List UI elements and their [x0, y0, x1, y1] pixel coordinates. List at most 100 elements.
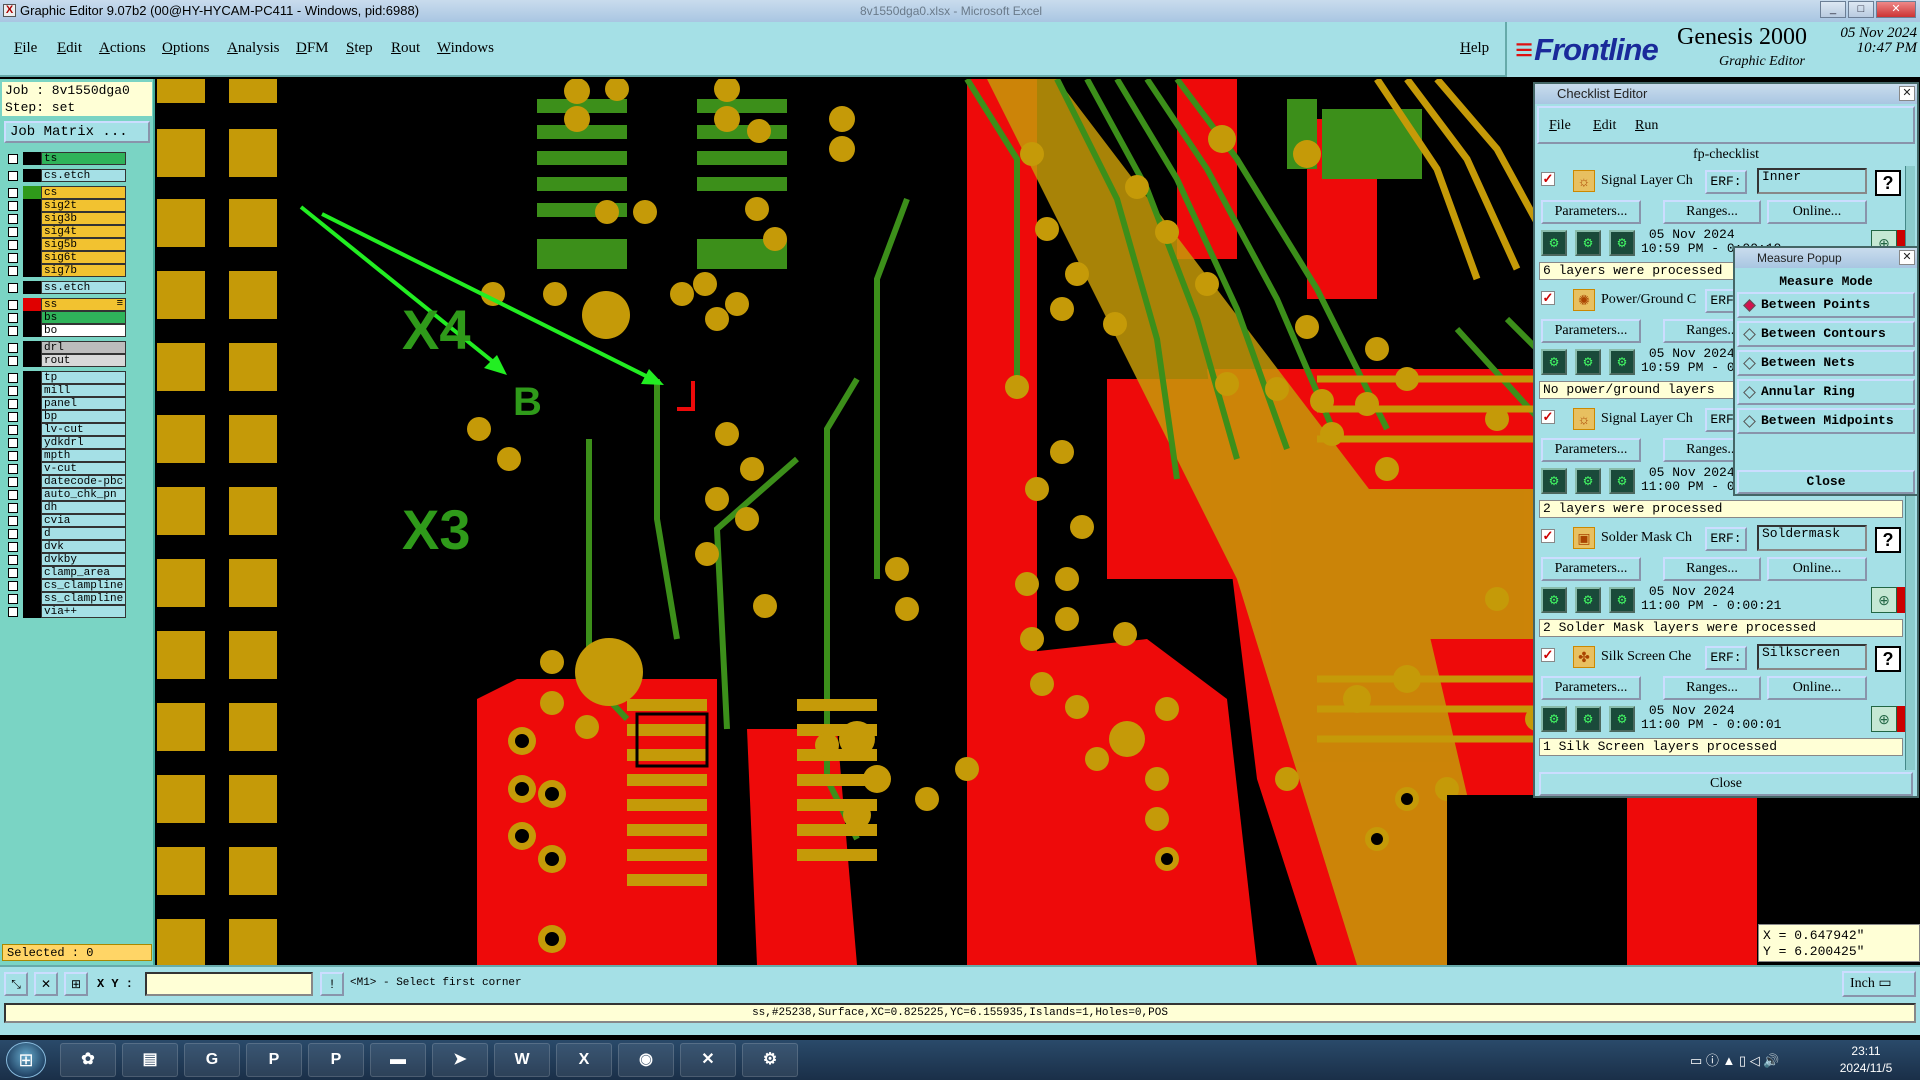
layer-checkbox[interactable] [8, 240, 18, 250]
measure-close-icon[interactable]: ✕ [1899, 250, 1915, 265]
layer-checkbox[interactable] [8, 607, 18, 617]
layer-color-swatch[interactable] [23, 281, 41, 294]
run-icon[interactable]: ⚙ [1609, 468, 1635, 494]
layer-checkbox[interactable] [8, 266, 18, 276]
start-button[interactable]: ⊞ [6, 1042, 46, 1078]
layer-row[interactable]: ss.etch [4, 280, 126, 295]
taskbar-app[interactable]: ▤ [122, 1043, 178, 1077]
taskbar-app[interactable]: P [246, 1043, 302, 1077]
taskbar-app[interactable]: ⚙ [742, 1043, 798, 1077]
zoom-area-icon[interactable]: ⤡ [4, 972, 28, 996]
layer-checkbox[interactable] [8, 253, 18, 263]
layer-row[interactable]: via++ [4, 604, 126, 619]
checklist-close-button[interactable]: Close [1539, 772, 1913, 796]
menu-step[interactable]: Step [346, 40, 373, 57]
parameters-button[interactable]: Parameters... [1541, 676, 1641, 700]
menu-help[interactable]: Help [1460, 40, 1489, 57]
layer-checkbox[interactable] [8, 313, 18, 323]
layer-checkbox[interactable] [8, 154, 18, 164]
taskbar-clock[interactable]: 23:11 2024/11/5 [1832, 1043, 1900, 1077]
measure-option[interactable]: Between Contours [1737, 321, 1915, 347]
measure-option[interactable]: Between Midpoints [1737, 408, 1915, 434]
taskbar-app[interactable]: X [556, 1043, 612, 1077]
layer-checkbox[interactable] [8, 373, 18, 383]
erf-button[interactable]: ERF: [1705, 527, 1747, 551]
action-enabled-flag[interactable]: ✓ [1541, 291, 1555, 305]
layer-checkbox[interactable] [8, 503, 18, 513]
run-icon[interactable]: ⚙ [1541, 468, 1567, 494]
layer-checkbox[interactable] [8, 399, 18, 409]
close-button[interactable]: ✕ [1876, 1, 1916, 18]
online-button[interactable]: Online... [1767, 676, 1867, 700]
taskbar-app[interactable]: ➤ [432, 1043, 488, 1077]
cross-tool-icon[interactable]: ✕ [34, 972, 58, 996]
units-select[interactable]: Inch ▭ [1842, 971, 1916, 997]
zoom-icon[interactable]: ⊕ [1871, 587, 1897, 613]
layer-checkbox[interactable] [8, 555, 18, 565]
layer-color-swatch[interactable] [23, 354, 41, 367]
layer-name[interactable]: ts [41, 152, 126, 165]
menu-actions[interactable]: Actions [99, 40, 146, 57]
run-icon[interactable]: ⚙ [1575, 349, 1601, 375]
layer-row[interactable]: sig7b [4, 263, 126, 278]
run-icon[interactable]: ⚙ [1609, 587, 1635, 613]
layer-checkbox[interactable] [8, 300, 18, 310]
run-icon[interactable]: ⚙ [1541, 349, 1567, 375]
taskbar-app[interactable]: P [308, 1043, 364, 1077]
alert-icon[interactable]: ! [320, 972, 344, 996]
ranges-button[interactable]: Ranges... [1663, 557, 1761, 581]
checklist-menu-file[interactable]: File [1549, 118, 1571, 134]
taskbar-app[interactable]: ▬ [370, 1043, 426, 1077]
parameters-button[interactable]: Parameters... [1541, 557, 1641, 581]
layer-color-swatch[interactable] [23, 169, 41, 182]
action-enabled-flag[interactable]: ✓ [1541, 172, 1555, 186]
measure-close-button[interactable]: Close [1737, 470, 1915, 494]
erf-button[interactable]: ERF: [1705, 170, 1747, 194]
layer-checkbox[interactable] [8, 464, 18, 474]
run-icon[interactable]: ⚙ [1575, 587, 1601, 613]
grid-tool-icon[interactable]: ⊞ [64, 972, 88, 996]
zoom-icon[interactable]: ⊕ [1871, 706, 1897, 732]
layer-name[interactable]: cs.etch [41, 169, 126, 182]
layer-checkbox[interactable] [8, 594, 18, 604]
parameters-button[interactable]: Parameters... [1541, 200, 1641, 224]
checklist-menu-edit[interactable]: Edit [1593, 118, 1616, 134]
menu-options[interactable]: Options [162, 40, 210, 57]
minimize-button[interactable]: _ [1820, 1, 1846, 18]
menu-analysis[interactable]: Analysis [227, 40, 280, 57]
layer-checkbox[interactable] [8, 568, 18, 578]
parameters-button[interactable]: Parameters... [1541, 438, 1641, 462]
taskbar-app[interactable]: ✕ [680, 1043, 736, 1077]
run-icon[interactable]: ⚙ [1609, 706, 1635, 732]
layer-checkbox[interactable] [8, 326, 18, 336]
checklist-close-icon[interactable]: ✕ [1899, 86, 1915, 101]
ranges-button[interactable]: Ranges... [1663, 200, 1761, 224]
layer-checkbox[interactable] [8, 477, 18, 487]
erf-value[interactable]: Inner [1757, 168, 1867, 194]
run-icon[interactable]: ⚙ [1609, 349, 1635, 375]
layer-checkbox[interactable] [8, 386, 18, 396]
checklist-menu-run[interactable]: Run [1635, 118, 1658, 134]
layer-checkbox[interactable] [8, 490, 18, 500]
run-icon[interactable]: ⚙ [1575, 706, 1601, 732]
action-enabled-flag[interactable]: ✓ [1541, 529, 1555, 543]
layer-checkbox[interactable] [8, 425, 18, 435]
taskbar-app[interactable]: ✿ [60, 1043, 116, 1077]
layer-color-swatch[interactable] [23, 605, 41, 618]
system-tray[interactable]: ▭ ⓘ ▲ ▯ ◁ 🔊 [1690, 1050, 1780, 1069]
run-icon[interactable]: ⚙ [1575, 230, 1601, 256]
erf-value[interactable]: Silkscreen [1757, 644, 1867, 670]
layer-checkbox[interactable] [8, 283, 18, 293]
layer-checkbox[interactable] [8, 227, 18, 237]
action-enabled-flag[interactable]: ✓ [1541, 648, 1555, 662]
ranges-button[interactable]: Ranges... [1663, 676, 1761, 700]
layer-name[interactable]: bo [41, 324, 126, 337]
taskbar-app[interactable]: W [494, 1043, 550, 1077]
help-icon[interactable]: ? [1875, 170, 1901, 196]
menu-windows[interactable]: Windows [437, 40, 494, 57]
menu-rout[interactable]: Rout [391, 40, 420, 57]
layer-checkbox[interactable] [8, 412, 18, 422]
layer-checkbox[interactable] [8, 438, 18, 448]
job-matrix-button[interactable]: Job Matrix ... [4, 121, 150, 143]
layer-name[interactable]: rout [41, 354, 126, 367]
